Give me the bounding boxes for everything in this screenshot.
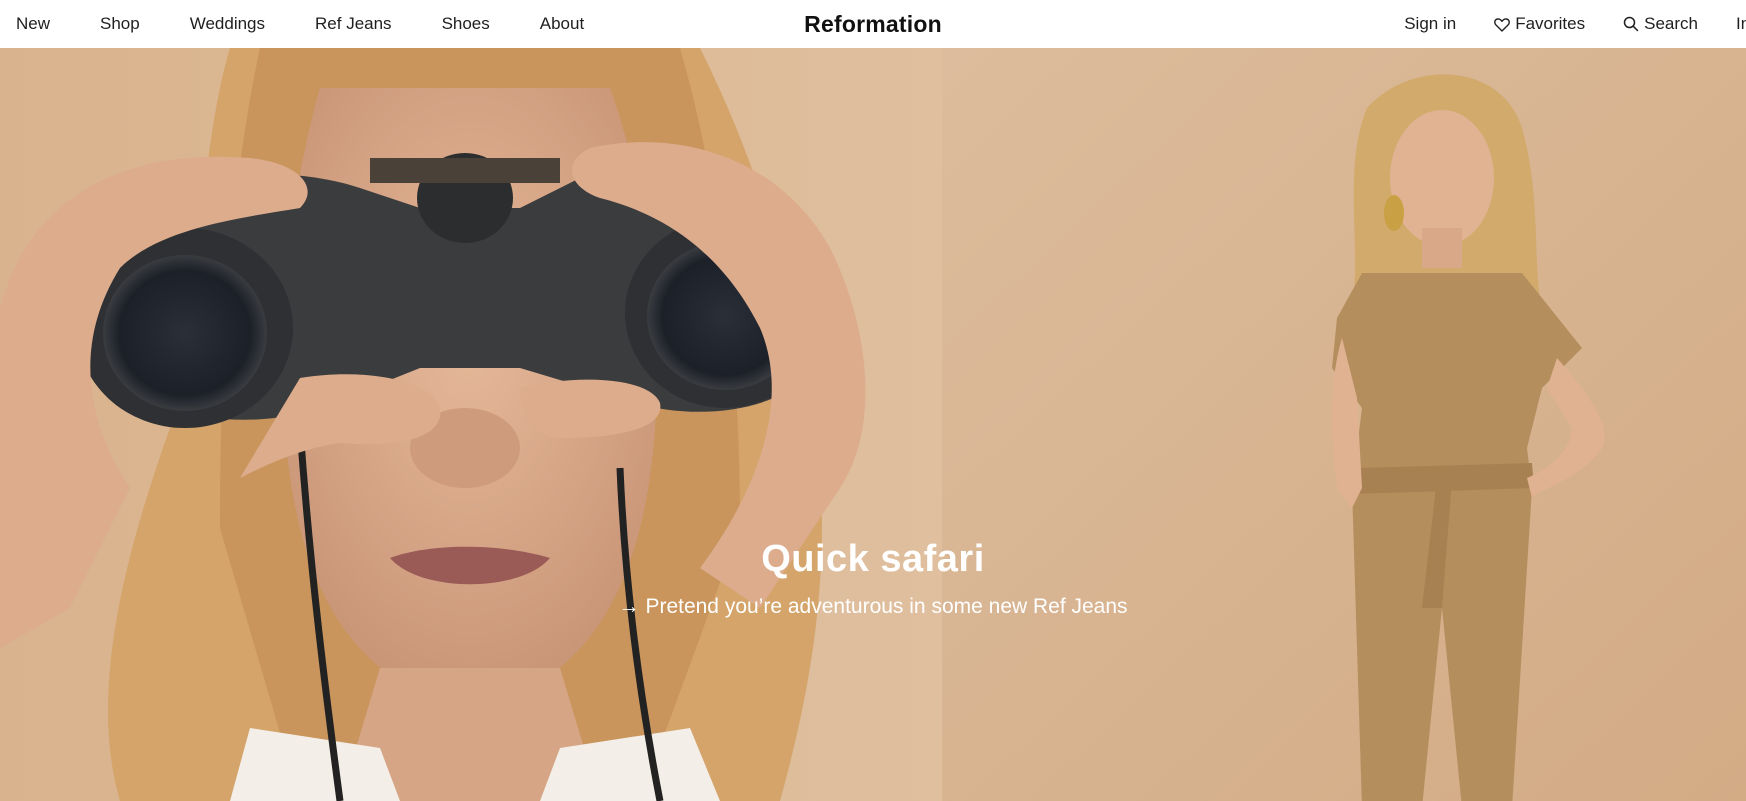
arrow-right-icon: → bbox=[618, 595, 640, 618]
nav-overflow-item[interactable]: In bbox=[1736, 14, 1746, 34]
woman-with-binoculars-photo bbox=[0, 48, 942, 801]
hero-cta-link[interactable]: → Pretend you’re adventurous in some new… bbox=[618, 595, 1127, 619]
nav-ref-jeans[interactable]: Ref Jeans bbox=[315, 14, 392, 34]
brand-logo[interactable]: Reformation bbox=[804, 0, 942, 48]
nav-shoes[interactable]: Shoes bbox=[442, 14, 490, 34]
sign-in-label: Sign in bbox=[1404, 14, 1457, 33]
account-nav: Sign in Favorites Search In bbox=[1366, 0, 1746, 48]
nav-about[interactable]: About bbox=[540, 14, 584, 34]
nav-weddings[interactable]: Weddings bbox=[190, 14, 265, 34]
favorites-link[interactable]: Favorites bbox=[1494, 14, 1585, 34]
search-link[interactable]: Search bbox=[1623, 14, 1698, 34]
search-label: Search bbox=[1644, 14, 1698, 33]
primary-nav: New Shop Weddings Ref Jeans Shoes About bbox=[0, 0, 618, 48]
hero-banner[interactable]: Quick safari → Pretend you’re adventurou… bbox=[0, 48, 1746, 801]
nav-shop[interactable]: Shop bbox=[100, 14, 140, 34]
site-header: New Shop Weddings Ref Jeans Shoes About … bbox=[0, 0, 1746, 48]
hero-image-right[interactable] bbox=[942, 48, 1746, 801]
hero-image-left[interactable] bbox=[0, 48, 942, 801]
nav-new[interactable]: New bbox=[16, 14, 50, 34]
hero-title: Quick safari bbox=[761, 538, 985, 580]
sign-in-link[interactable]: Sign in bbox=[1404, 14, 1456, 34]
favorites-label: Favorites bbox=[1515, 14, 1586, 33]
search-icon bbox=[1623, 16, 1639, 32]
heart-icon bbox=[1494, 17, 1511, 32]
woman-in-tan-jumpsuit-photo bbox=[942, 48, 1746, 801]
hero-cta-label: Pretend you’re adventurous in some new R… bbox=[645, 595, 1128, 618]
hero-caption: Quick safari → Pretend you’re adventurou… bbox=[0, 538, 1746, 619]
